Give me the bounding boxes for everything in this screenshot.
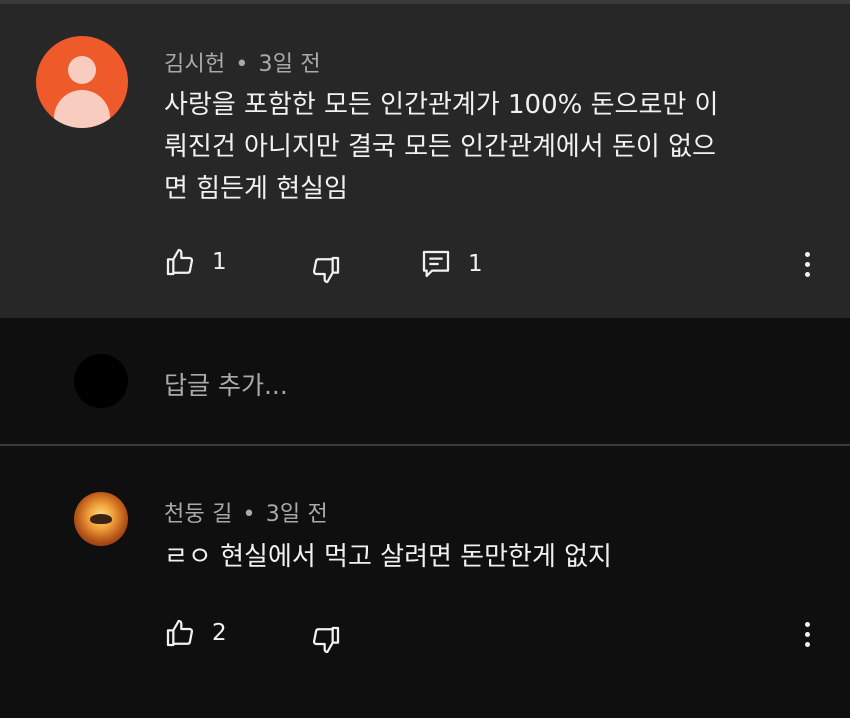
dislike-icon (312, 256, 340, 284)
reply-input[interactable]: 답글 추가... (164, 366, 288, 402)
reply-author[interactable]: 천둥 길 (164, 502, 233, 527)
reply-button[interactable]: 1 (420, 248, 483, 280)
reply-like-button[interactable]: 2 (164, 617, 227, 649)
reply-count: 1 (468, 251, 483, 277)
like-count: 2 (212, 620, 227, 646)
comment-line: 뤄진건 아니지만 결국 모든 인간관계에서 돈이 없으 (164, 132, 716, 162)
avatar-head (68, 56, 96, 84)
reply-time: 3일 전 (265, 502, 328, 527)
dislike-button[interactable] (310, 254, 342, 286)
avatar[interactable] (36, 36, 128, 128)
comment-time: 3일 전 (258, 52, 321, 77)
dislike-icon (312, 626, 340, 654)
reply-avatar[interactable] (74, 492, 128, 546)
avatar-body (54, 90, 110, 128)
like-count: 1 (212, 249, 227, 275)
comment-text: 사랑을 포함한 모든 인간관계가 100% 돈으로만 이뤄진건 아니지만 결국 … (164, 84, 718, 210)
more-vert-icon[interactable] (805, 252, 811, 282)
comment-meta: 김시헌 • 3일 전 (164, 46, 321, 78)
like-icon (166, 619, 194, 647)
like-icon (166, 248, 194, 276)
separator-dot: • (242, 502, 256, 527)
avatar-image (90, 514, 112, 524)
like-button[interactable]: 1 (164, 246, 227, 278)
separator-dot: • (235, 52, 249, 77)
comment-line: 면 힘든게 현실임 (164, 174, 348, 204)
current-user-avatar (74, 354, 128, 408)
reply-dislike-button[interactable] (310, 624, 342, 656)
reply-meta: 천둥 길 • 3일 전 (164, 496, 328, 528)
more-vert-icon[interactable] (805, 622, 811, 652)
section-divider (0, 444, 850, 446)
comment-author[interactable]: 김시헌 (164, 52, 225, 77)
reply-text: ㄹㅇ 현실에서 먹고 살려면 돈만한게 없지 (164, 542, 612, 572)
reply-icon (422, 250, 450, 278)
comment-line: 사랑을 포함한 모든 인간관계가 100% 돈으로만 이 (164, 90, 719, 120)
